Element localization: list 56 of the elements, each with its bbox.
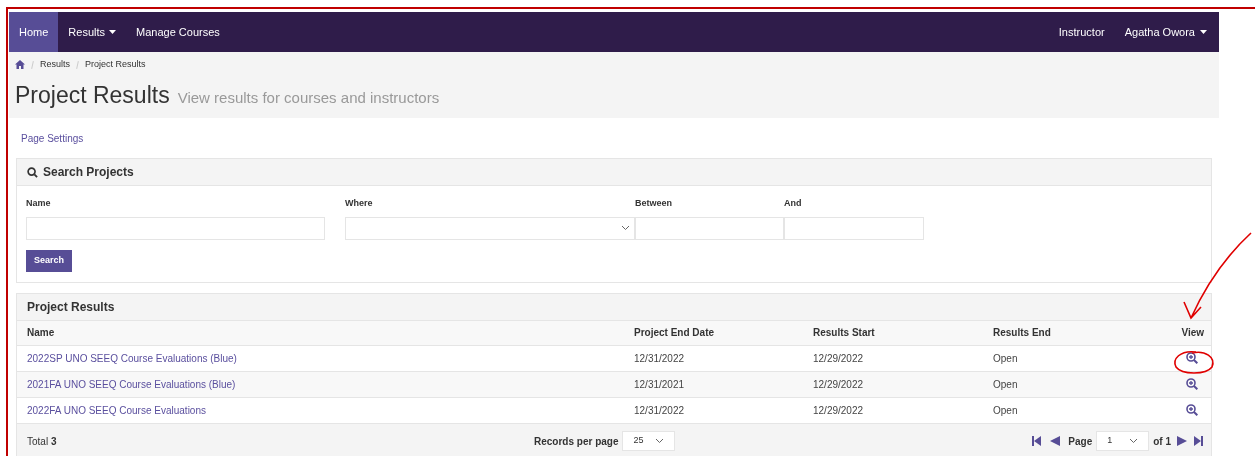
records-per-page-select[interactable]: 25 — [622, 431, 676, 451]
nav-tab[interactable]: Results — [58, 12, 127, 52]
chevron-down-icon — [1129, 438, 1139, 444]
zoom-in-icon[interactable] — [1186, 352, 1198, 364]
total-count: Total 3 — [27, 434, 58, 449]
field-label: And — [784, 197, 803, 210]
breadcrumb-item: Project Results — [85, 58, 146, 71]
nav-tab[interactable]: Home — [9, 12, 59, 52]
page-settings-link[interactable]: Page Settings — [21, 130, 84, 146]
zoom-in-icon[interactable] — [1186, 378, 1198, 390]
home-icon[interactable] — [15, 60, 25, 70]
table-cell-text: 12/31/2021 — [634, 377, 686, 392]
nav-link[interactable]: Agatha Owora — [1114, 12, 1217, 52]
nav-tab[interactable]: Manage Courses — [126, 12, 230, 52]
project-link[interactable]: 2022FA UNO SEEQ Course Evaluations — [17, 402, 634, 418]
table-cell-text: 12/29/2022 — [813, 403, 865, 418]
input-field[interactable] — [635, 216, 784, 240]
table-cell-text: 12/31/2022 — [634, 351, 686, 366]
nav-link[interactable]: Instructor — [1048, 12, 1115, 52]
table-cell-text: 12/29/2022 — [813, 377, 865, 392]
search-icon — [27, 166, 38, 178]
field-label: Name — [26, 197, 52, 210]
table-cell-text: Open — [993, 377, 1019, 392]
column-header: Name — [26, 326, 56, 340]
page-title: Project Results — [15, 80, 170, 110]
table-cell-text: 12/31/2022 — [634, 403, 686, 418]
chevron-down-icon — [621, 225, 630, 231]
table-cell-text: Open — [993, 403, 1019, 418]
page-select[interactable]: 1 — [1096, 431, 1150, 451]
input-field[interactable] — [784, 216, 924, 240]
previous-page-icon[interactable] — [1050, 436, 1061, 446]
search-button[interactable]: Search — [26, 249, 73, 272]
page-count: of 1 — [1153, 434, 1171, 449]
page-label: Page — [1068, 434, 1093, 449]
chevron-down-icon — [655, 438, 665, 444]
column-header: Project End Date — [634, 326, 716, 340]
table-cell-text: Open — [993, 351, 1019, 366]
breadcrumb-item[interactable]: Results — [40, 58, 70, 72]
panel-title: Project Results — [27, 298, 115, 316]
dropdown-field[interactable] — [345, 216, 635, 240]
field-label: Between — [635, 197, 673, 210]
column-header: View — [1180, 326, 1205, 340]
last-page-icon[interactable] — [1194, 436, 1203, 446]
first-page-icon[interactable] — [1032, 436, 1042, 446]
zoom-in-icon[interactable] — [1186, 404, 1198, 416]
field-label: Where — [345, 197, 374, 210]
table-cell-text: 12/29/2022 — [813, 351, 865, 366]
column-header: Results End — [993, 326, 1052, 340]
next-page-icon[interactable] — [1177, 436, 1187, 446]
page-subtitle: View results for courses and instructors — [177, 87, 440, 108]
column-header: Results Start — [813, 326, 876, 340]
project-link[interactable]: 2021FA UNO SEEQ Course Evaluations (Blue) — [17, 376, 634, 392]
input-field[interactable] — [26, 216, 325, 240]
records-per-page-label: Records per page — [534, 434, 619, 449]
panel-title: Search Projects — [43, 164, 134, 181]
project-link[interactable]: 2022SP UNO SEEQ Course Evaluations (Blue) — [17, 350, 634, 366]
